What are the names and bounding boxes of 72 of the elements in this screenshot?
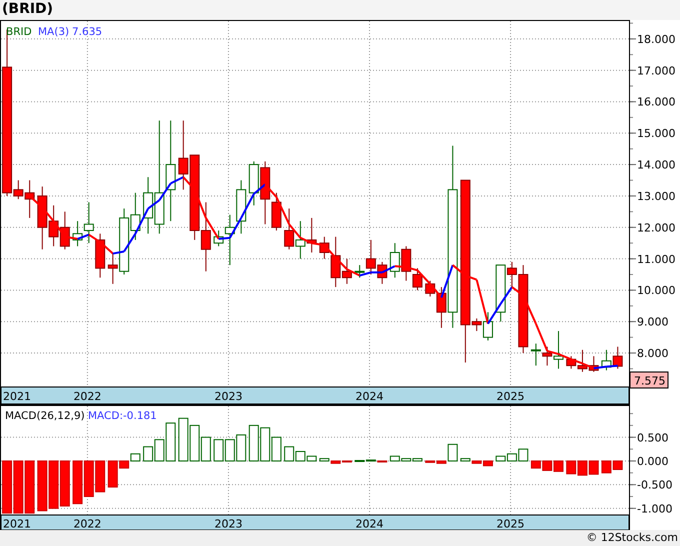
year-label: 2024 xyxy=(356,518,384,530)
macd-axis-label: -1.000 xyxy=(637,502,672,516)
candlestick xyxy=(601,349,612,371)
macd-bar xyxy=(566,460,576,474)
price-axis-label: 13.000 xyxy=(637,190,676,203)
candlestick xyxy=(60,211,70,250)
macd-bar xyxy=(530,460,541,469)
price-axis-label: 16.000 xyxy=(637,96,676,109)
macd-bar xyxy=(130,453,140,462)
price-axis-label: 11.000 xyxy=(637,252,676,266)
chart-title: (BRID) xyxy=(0,0,680,20)
macd-bar xyxy=(588,460,599,475)
macd-bar xyxy=(60,460,70,506)
macd-bar xyxy=(2,460,12,514)
macd-bar xyxy=(224,439,235,462)
macd-bar xyxy=(214,439,224,462)
macd-bar xyxy=(13,460,24,514)
year-label: 2023 xyxy=(214,518,242,530)
copyright-text: © 12Stocks.com xyxy=(586,531,678,544)
macd-axis-label: 0.500 xyxy=(637,431,668,444)
macd-bar xyxy=(236,434,246,462)
macd-legend-label: MACD(26,12,9) xyxy=(5,410,85,422)
macd-legend-value: MACD:-0.181 xyxy=(88,410,157,422)
year-label: 2022 xyxy=(73,518,102,530)
macd-bar xyxy=(271,436,282,462)
price-axis-label: 17.000 xyxy=(637,64,676,78)
last-price-tag: 7.575 xyxy=(630,372,668,388)
candlestick xyxy=(588,356,599,372)
candlestick xyxy=(95,233,106,278)
macd-bar xyxy=(178,418,188,462)
price-axis-label: 8.000 xyxy=(637,347,668,360)
macd-bar xyxy=(248,424,259,462)
macd-bar xyxy=(601,460,612,474)
macd-bar xyxy=(24,460,35,514)
macd-bar xyxy=(72,460,83,504)
macd-bar xyxy=(542,460,552,471)
candlestick xyxy=(612,346,623,370)
year-label: 2025 xyxy=(496,390,525,403)
macd-bar xyxy=(577,460,588,476)
price-axis-label: 12.000 xyxy=(637,221,676,234)
candlestick xyxy=(284,208,294,250)
macd-bar xyxy=(84,460,94,498)
legend-ma-value: 7.635 xyxy=(72,26,102,38)
candlestick xyxy=(248,160,259,206)
price-axis-label: 15.000 xyxy=(637,127,676,140)
macd-bar xyxy=(260,427,270,462)
price-axis-label: 9.000 xyxy=(637,316,668,329)
macd-bar xyxy=(48,460,59,509)
year-label: 2025 xyxy=(496,518,525,530)
year-label: 2021 xyxy=(3,390,31,403)
candlestick xyxy=(530,343,541,366)
legend-ma-label: MA(3) xyxy=(38,26,70,38)
macd-axis-label: 0.000 xyxy=(637,454,668,468)
candlestick xyxy=(200,202,211,272)
macd-bar xyxy=(553,460,564,472)
price-axis-label: 18.000 xyxy=(637,32,676,46)
year-label: 2024 xyxy=(356,390,384,403)
macd-bar xyxy=(612,460,623,470)
year-label: 2021 xyxy=(3,518,31,530)
candlestick xyxy=(236,180,246,234)
candlestick xyxy=(130,192,140,240)
candlestick xyxy=(178,120,188,190)
candlestick xyxy=(295,220,306,260)
price-axis-label: 14.000 xyxy=(637,158,676,172)
price-axis-label: 10.000 xyxy=(637,284,676,298)
macd-axis-label: -0.500 xyxy=(637,478,672,492)
year-label: 2023 xyxy=(214,390,242,403)
macd-bar xyxy=(95,460,106,492)
year-label: 2022 xyxy=(73,390,102,403)
candlestick xyxy=(306,217,317,253)
macd-bar xyxy=(37,460,48,512)
candlestick xyxy=(390,242,400,278)
